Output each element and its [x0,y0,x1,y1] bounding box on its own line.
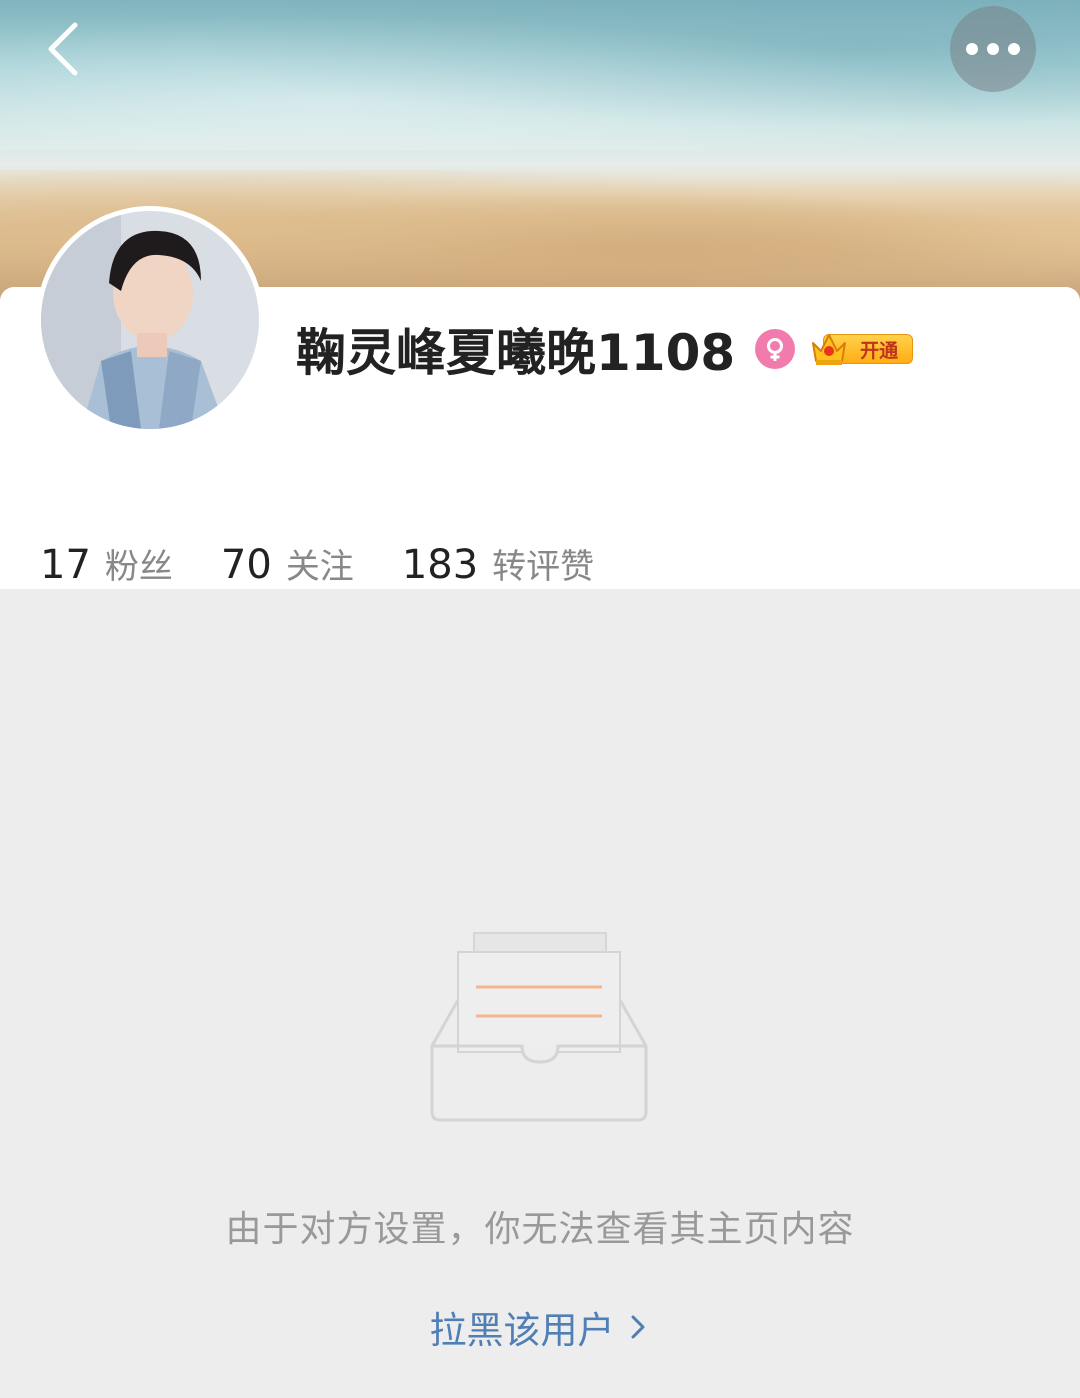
stat-label: 粉丝 [104,546,173,587]
stat-interactions[interactable]: 183 转评赞 [402,539,594,588]
vip-open-badge[interactable]: 开通 [809,329,914,369]
profile-stats: 17 粉丝 70 关注 183 转评赞 [40,536,642,590]
username: 鞠灵峰夏曦晚1108 [296,324,736,382]
chevron-left-icon [48,22,78,76]
empty-state-message: 由于对方设置，你无法查看其主页内容 [225,1209,855,1250]
username-row: 鞠灵峰夏曦晚1108 开通 [296,318,914,382]
crown-icon [812,334,847,365]
stat-followers[interactable]: 17 粉丝 [40,539,173,588]
female-gender-icon [755,329,796,369]
more-options-button[interactable] [950,6,1036,92]
avatar[interactable] [36,206,264,434]
stat-label: 关注 [285,546,354,587]
empty-inbox-icon [430,932,648,1122]
stat-label: 转评赞 [492,546,595,587]
more-horizontal-icon [966,43,1020,55]
stat-value: 17 [40,541,91,588]
back-button[interactable] [28,14,98,84]
chevron-right-icon [631,1315,644,1339]
block-user-link[interactable]: 拉黑该用户 [0,1300,1080,1354]
block-user-label: 拉黑该用户 [429,1309,615,1352]
stat-value: 183 [401,541,479,588]
stat-value: 70 [220,541,272,588]
stat-following[interactable]: 70 关注 [221,539,354,588]
